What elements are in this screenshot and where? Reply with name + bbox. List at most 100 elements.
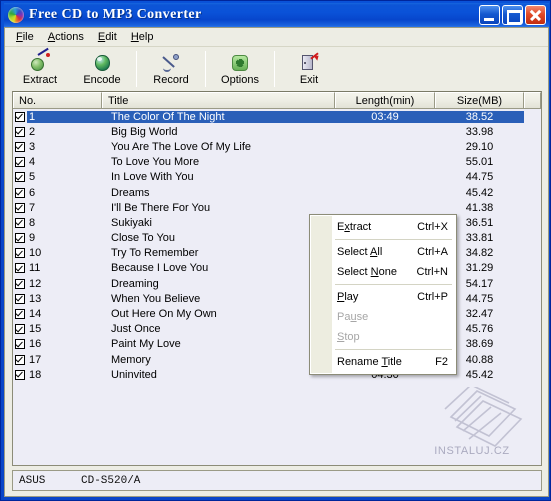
table-row[interactable]: 5 In Love With You 44.75 bbox=[13, 170, 541, 185]
track-number: 12 bbox=[29, 277, 42, 290]
context-menu-item-shortcut: Ctrl+A bbox=[417, 246, 448, 258]
track-title: Uninvited bbox=[111, 368, 157, 381]
table-row[interactable]: 1 The Color Of The Night 03:49 38.52 bbox=[13, 109, 541, 124]
track-title: I'll Be There For You bbox=[111, 201, 211, 214]
toolbar-record-button[interactable]: Record bbox=[140, 47, 202, 91]
toolbar-exit-button[interactable]: Exit bbox=[278, 47, 340, 91]
table-row[interactable]: 4 To Love You More 55.01 bbox=[13, 155, 541, 170]
table-row[interactable]: 16Paint My Love03:5038.69 bbox=[13, 337, 541, 352]
context-menu-separator bbox=[335, 349, 452, 350]
menu-help[interactable]: Help bbox=[128, 29, 165, 45]
table-row[interactable]: 17Memory04:0340.88 bbox=[13, 352, 541, 367]
context-menu-item-extract[interactable]: Extract Ctrl+X bbox=[310, 217, 456, 237]
context-menu-item-label: Play bbox=[337, 291, 359, 303]
toolbar-separator-3 bbox=[274, 51, 275, 87]
toolbar-extract-label: Extract bbox=[22, 73, 58, 86]
context-menu-item-select-none[interactable]: Select None Ctrl+N bbox=[310, 262, 456, 282]
row-checkbox[interactable] bbox=[13, 141, 27, 152]
checkmark-icon bbox=[15, 248, 25, 259]
table-row[interactable]: 12Dreaming05:2254.17 bbox=[13, 276, 541, 291]
context-menu-item-select-all[interactable]: Select All Ctrl+A bbox=[310, 242, 456, 262]
toolbar: Extract Encode Record Options Exit bbox=[5, 47, 548, 91]
table-row[interactable]: 15Just Once04:3245.76 bbox=[13, 322, 541, 337]
track-number: 14 bbox=[29, 308, 42, 321]
row-checkbox[interactable] bbox=[13, 339, 27, 350]
context-menu-item-rename-title[interactable]: Rename Title F2 bbox=[310, 352, 456, 372]
table-row[interactable]: 3 You Are The Love Of My Life 29.10 bbox=[13, 139, 541, 154]
row-checkbox[interactable] bbox=[13, 202, 27, 213]
menu-file[interactable]: File bbox=[13, 29, 45, 45]
row-checkbox[interactable] bbox=[13, 293, 27, 304]
column-header-no[interactable]: No. bbox=[13, 92, 102, 108]
table-row[interactable]: 11 Because I Love You 31.29 bbox=[13, 261, 541, 276]
row-checkbox[interactable] bbox=[13, 369, 27, 380]
table-row[interactable]: 6 Dreams 45.42 bbox=[13, 185, 541, 200]
track-size: 44.75 bbox=[465, 171, 494, 184]
context-menu-item-shortcut: Ctrl+N bbox=[416, 266, 448, 278]
close-button[interactable] bbox=[525, 5, 546, 25]
table-row[interactable]: 8 Sukiyaki 36.51 bbox=[13, 215, 541, 230]
checkmark-icon bbox=[15, 278, 25, 289]
context-menu-item-play[interactable]: Play Ctrl+P bbox=[310, 287, 456, 307]
row-checkbox[interactable] bbox=[13, 172, 27, 183]
track-list-header: No. Title Length(min) Size(MB) bbox=[13, 92, 541, 109]
context-menu-item-label: Extract bbox=[337, 221, 372, 233]
toolbar-encode-button[interactable]: Encode bbox=[71, 47, 133, 91]
track-number: 10 bbox=[29, 247, 42, 260]
track-title: Because I Love You bbox=[111, 262, 209, 275]
row-checkbox[interactable] bbox=[13, 263, 27, 274]
track-title: Out Here On My Own bbox=[111, 308, 217, 321]
toolbar-options-button[interactable]: Options bbox=[209, 47, 271, 91]
track-title: The Color Of The Night bbox=[102, 110, 335, 123]
track-number: 1 bbox=[27, 110, 102, 123]
context-menu-item-label: Rename Title bbox=[337, 356, 402, 368]
row-checkbox[interactable] bbox=[13, 187, 27, 198]
row-checkbox[interactable] bbox=[13, 278, 27, 289]
window-controls bbox=[479, 5, 546, 25]
table-row[interactable]: 10 Try To Remember 34.82 bbox=[13, 246, 541, 261]
row-checkbox[interactable] bbox=[13, 157, 27, 168]
status-bar: ASUS CD-S520/A bbox=[12, 470, 542, 491]
toolbar-separator-2 bbox=[205, 51, 206, 87]
context-menu-separator bbox=[335, 284, 452, 285]
table-row[interactable]: 13When You Believe04:2644.75 bbox=[13, 291, 541, 306]
menu-actions[interactable]: Actions bbox=[45, 29, 95, 45]
table-row[interactable]: 7 I'll Be There For You 41.38 bbox=[13, 200, 541, 215]
application-window: Free CD to MP3 Converter File Actions Ed… bbox=[0, 0, 551, 501]
track-number: 16 bbox=[29, 338, 42, 351]
row-checkbox[interactable] bbox=[13, 233, 27, 244]
track-list-body: 1 The Color Of The Night 03:49 38.52 2 Big Bi… bbox=[13, 109, 541, 465]
column-header-length[interactable]: Length(min) bbox=[335, 92, 435, 108]
toolbar-encode-label: Encode bbox=[83, 73, 121, 86]
checkmark-icon bbox=[15, 202, 25, 213]
row-checkbox[interactable] bbox=[13, 354, 27, 365]
table-row[interactable]: 9 Close To You 33.81 bbox=[13, 231, 541, 246]
extract-icon bbox=[30, 47, 50, 73]
column-header-size[interactable]: Size(MB) bbox=[435, 92, 524, 108]
menu-edit[interactable]: Edit bbox=[95, 29, 128, 45]
row-checkbox[interactable] bbox=[13, 248, 27, 259]
title-bar[interactable]: Free CD to MP3 Converter bbox=[4, 3, 549, 27]
checkmark-icon bbox=[15, 324, 25, 335]
row-checkbox[interactable] bbox=[13, 324, 27, 335]
maximize-button[interactable] bbox=[502, 5, 523, 25]
options-icon bbox=[230, 53, 250, 73]
track-title: In Love With You bbox=[111, 171, 194, 184]
toolbar-options-label: Options bbox=[221, 73, 259, 86]
row-checkbox[interactable] bbox=[13, 217, 27, 228]
row-checkbox[interactable] bbox=[13, 309, 27, 320]
table-row[interactable]: 14Out Here On My Own03:1332.47 bbox=[13, 306, 541, 321]
track-size: 55.01 bbox=[465, 156, 494, 169]
track-number: 6 bbox=[29, 186, 36, 199]
row-checkbox[interactable] bbox=[13, 126, 27, 137]
row-checkbox[interactable] bbox=[13, 111, 27, 122]
minimize-button[interactable] bbox=[479, 5, 500, 25]
column-header-title[interactable]: Title bbox=[102, 92, 335, 108]
table-row[interactable]: 2 Big Big World 33.98 bbox=[13, 124, 541, 139]
track-number: 8 bbox=[29, 216, 36, 229]
toolbar-extract-button[interactable]: Extract bbox=[9, 47, 71, 91]
track-title: Close To You bbox=[111, 232, 176, 245]
checkmark-icon bbox=[15, 111, 25, 122]
track-number: 17 bbox=[29, 353, 42, 366]
table-row[interactable]: 18Uninvited04:3045.42 bbox=[13, 367, 541, 382]
